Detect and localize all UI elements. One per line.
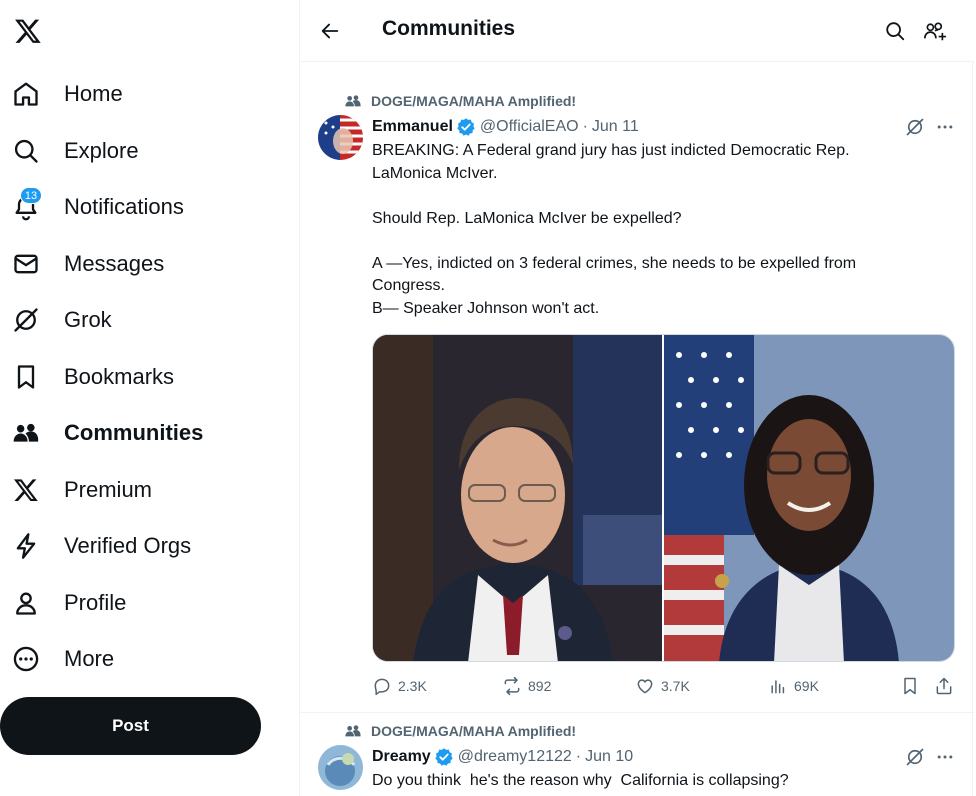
bookmark-icon (900, 676, 920, 696)
main-column: Communities DOGE/MAGA/MAHA Amplified! Em… (299, 0, 974, 796)
post-photo-right[interactable] (663, 335, 954, 661)
home-icon (12, 80, 40, 108)
post-button[interactable]: Post (0, 697, 261, 755)
avatar[interactable] (318, 115, 363, 160)
nav-item-grok[interactable]: Grok (0, 296, 260, 344)
post-text-line (372, 230, 932, 253)
separator-dot: · (582, 118, 588, 135)
repost-button[interactable]: 892 (502, 676, 551, 696)
communities-icon (344, 93, 362, 109)
more-options-icon[interactable] (934, 116, 956, 138)
nav-label: Notifications (64, 194, 184, 219)
bookmark-icon (12, 363, 40, 391)
grok-icon[interactable] (904, 116, 926, 138)
post-header: Emmanuel @OfficialEAO · Jun 11 (372, 117, 639, 137)
nav-item-verified-orgs[interactable]: Verified Orgs (0, 522, 260, 570)
grok-icon (12, 306, 40, 334)
view-count: 69K (794, 678, 819, 694)
author-handle[interactable]: @dreamy12122 (458, 748, 572, 766)
add-community-icon[interactable] (920, 16, 950, 46)
search-icon[interactable] (880, 16, 910, 46)
community-name: DOGE/MAGA/MAHA Amplified! (371, 723, 577, 739)
post-text: Do you think he's the reason why Califor… (372, 772, 789, 789)
post-actions: 2.3K 892 3.7K 69K (372, 676, 956, 698)
nav-item-messages[interactable]: Messages (0, 240, 260, 288)
post-text-line: BREAKING: A Federal grand jury has just … (372, 142, 850, 159)
post-date[interactable]: Jun 11 (592, 118, 639, 136)
nav-item-profile[interactable]: Profile (0, 579, 260, 627)
nav-label: Communities (64, 420, 204, 445)
views-chart-icon (768, 676, 788, 696)
grok-icon[interactable] (904, 746, 926, 768)
post-text-line: B— Speaker Johnson won't act. (372, 299, 600, 317)
nav-label: Verified Orgs (64, 533, 192, 558)
nav-label: Profile (64, 590, 127, 615)
heart-icon (635, 676, 655, 696)
nav-label: Bookmarks (64, 364, 175, 389)
communities-icon (344, 723, 362, 739)
nav-label: Messages (64, 251, 165, 276)
post-photo-left[interactable] (373, 335, 662, 661)
author-name[interactable]: Emmanuel (372, 118, 453, 136)
post-text-line: A —Yes, indicted on 3 federal crimes, sh… (372, 254, 857, 272)
share-button[interactable] (934, 676, 960, 696)
bell-icon: 13 (12, 187, 42, 221)
x-logo-icon (12, 476, 40, 504)
community-line[interactable]: DOGE/MAGA/MAHA Amplified! (344, 723, 576, 739)
reply-count: 2.3K (398, 678, 427, 694)
post-header: Dreamy @dreamy12122 · Jun 10 (372, 747, 633, 767)
nav-label: More (64, 646, 115, 671)
like-button[interactable]: 3.7K (635, 676, 690, 696)
author-handle[interactable]: @OfficialEAO (480, 118, 579, 136)
repost-icon (502, 676, 522, 696)
communities-icon (12, 419, 40, 447)
nav-label: Premium (64, 477, 153, 502)
avatar[interactable] (318, 745, 363, 790)
nav-item-explore[interactable]: Explore (0, 127, 260, 175)
community-line[interactable]: DOGE/MAGA/MAHA Amplified! (344, 93, 576, 109)
nav-item-bookmarks[interactable]: Bookmarks (0, 353, 260, 401)
nav-label: Explore (64, 138, 139, 163)
nav-item-more[interactable]: More (0, 635, 260, 683)
reply-button[interactable]: 2.3K (372, 676, 427, 696)
post-date[interactable]: Jun 10 (585, 748, 633, 766)
bookmark-button[interactable] (900, 676, 926, 696)
nav-label: Home (64, 81, 123, 106)
repost-count: 892 (528, 678, 552, 694)
post-media[interactable] (372, 334, 955, 662)
author-name[interactable]: Dreamy (372, 748, 431, 766)
views-button[interactable]: 69K (768, 676, 819, 696)
sidebar: Home Explore 13 Notifications Messages G… (0, 0, 299, 796)
post-card[interactable]: DOGE/MAGA/MAHA Amplified! Dreamy @dreamy… (300, 713, 974, 796)
verified-badge-icon (434, 747, 454, 767)
x-logo-icon[interactable] (10, 13, 46, 49)
person-icon (12, 589, 40, 617)
post-text: BREAKING: A Federal grand jury has just … (372, 140, 932, 320)
more-options-icon[interactable] (934, 746, 956, 768)
post-text-line: Should Rep. LaMonica McIver be expelled? (372, 209, 682, 227)
share-icon (934, 676, 954, 696)
back-arrow-icon[interactable] (314, 15, 346, 47)
post-text-line (372, 185, 932, 208)
nav-item-communities[interactable]: Communities (0, 409, 260, 457)
community-name: DOGE/MAGA/MAHA Amplified! (371, 93, 577, 109)
page-title: Communities (382, 17, 516, 40)
separator-dot: · (575, 748, 582, 765)
post-text-line: LaMonica McIver. (372, 164, 498, 182)
lightning-icon (12, 532, 40, 560)
reply-icon (372, 676, 392, 696)
envelope-icon (12, 250, 40, 278)
verified-badge-icon (456, 117, 476, 137)
nav-item-premium[interactable]: Premium (0, 466, 260, 514)
notification-badge: 13 (20, 187, 42, 204)
nav-item-notifications[interactable]: 13 Notifications (0, 183, 260, 231)
page-header: Communities (300, 0, 974, 62)
like-count: 3.7K (661, 678, 690, 694)
nav-item-home[interactable]: Home (0, 70, 260, 118)
more-circle-icon (12, 645, 40, 673)
nav-label: Grok (64, 307, 112, 332)
search-icon (12, 137, 40, 165)
post-text-line: Congress. (372, 277, 445, 294)
